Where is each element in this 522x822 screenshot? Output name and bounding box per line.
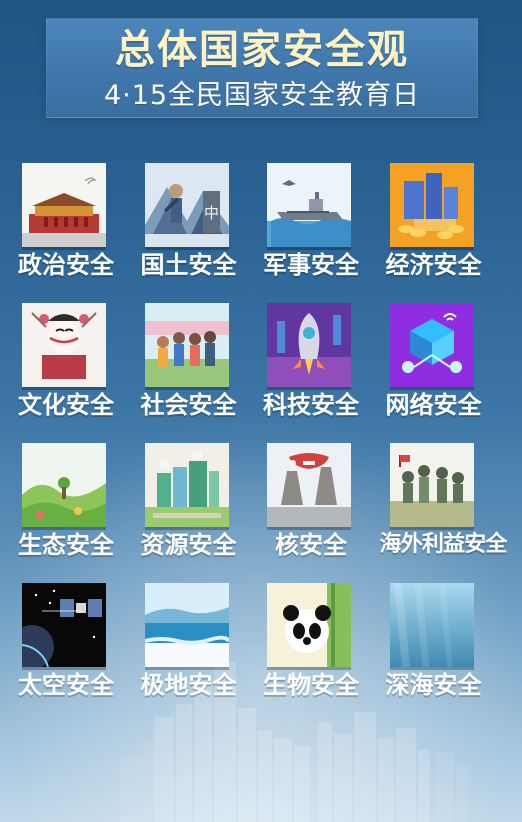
page-title: 总体国家安全观 bbox=[115, 27, 409, 73]
card-label-deep-sea: 深海安全 bbox=[385, 671, 482, 699]
card-ecological-security[interactable]: 生态安全 bbox=[18, 443, 141, 583]
card-label-ecological: 生态安全 bbox=[18, 531, 114, 559]
card-label-resource: 资源安全 bbox=[140, 531, 237, 559]
panda-icon bbox=[267, 583, 351, 667]
card-label-social: 社会安全 bbox=[140, 391, 237, 419]
card-label-territorial: 国土安全 bbox=[140, 251, 237, 279]
card-territorial-security[interactable]: 中 国土安全 bbox=[141, 163, 264, 303]
card-military-security[interactable]: 军事安全 bbox=[263, 163, 386, 303]
card-label-economic: 经济安全 bbox=[385, 251, 482, 279]
card-cyber-security[interactable]: 网络安全 bbox=[386, 303, 509, 443]
page-subtitle: 4·15全民国家安全教育日 bbox=[103, 80, 421, 111]
card-label-political: 政治安全 bbox=[18, 251, 114, 279]
card-biological-security[interactable]: 生物安全 bbox=[263, 583, 386, 723]
card-polar-security[interactable]: 极地安全 bbox=[141, 583, 264, 723]
svg-text:中: 中 bbox=[203, 204, 218, 222]
security-grid: 政治安全 中 国土安全 军事安全 经济安全 文化安全 社会安全 科技安全 网络安… bbox=[18, 163, 508, 723]
border-soldier-icon: 中 bbox=[144, 163, 229, 247]
card-label-cultural: 文化安全 bbox=[18, 391, 114, 419]
soldiers-icon bbox=[389, 443, 474, 527]
tiananmen-icon bbox=[22, 163, 106, 247]
card-label-space: 太空安全 bbox=[18, 671, 114, 699]
deep-sea-icon bbox=[389, 583, 474, 667]
rocket-icon bbox=[267, 303, 351, 387]
card-label-technology: 科技安全 bbox=[263, 391, 359, 419]
card-label-biological: 生物安全 bbox=[263, 671, 359, 699]
industry-icon bbox=[144, 443, 229, 527]
card-label-military: 军事安全 bbox=[263, 251, 359, 279]
warship-icon bbox=[267, 163, 351, 247]
card-overseas-security[interactable]: 海外利益安全 bbox=[380, 443, 509, 583]
satellite-icon bbox=[22, 583, 106, 667]
card-social-security[interactable]: 社会安全 bbox=[141, 303, 264, 443]
nuclear-plant-icon bbox=[267, 443, 351, 527]
card-political-security[interactable]: 政治安全 bbox=[18, 163, 141, 303]
card-deep-sea-security[interactable]: 深海安全 bbox=[386, 583, 509, 723]
polar-landscape-icon bbox=[144, 583, 229, 667]
green-hills-icon bbox=[22, 443, 106, 527]
card-label-cyber: 网络安全 bbox=[385, 391, 482, 419]
card-technology-security[interactable]: 科技安全 bbox=[263, 303, 386, 443]
people-icon bbox=[144, 303, 229, 387]
card-nuclear-security[interactable]: 核安全 bbox=[263, 443, 386, 583]
card-economic-security[interactable]: 经济安全 bbox=[386, 163, 509, 303]
card-label-overseas: 海外利益安全 bbox=[379, 532, 508, 557]
header-banner: 总体国家安全观 4·15全民国家安全教育日 bbox=[46, 18, 478, 118]
card-label-nuclear: 核安全 bbox=[275, 531, 347, 559]
network-icon bbox=[389, 303, 474, 387]
card-label-polar: 极地安全 bbox=[140, 671, 237, 699]
card-resource-security[interactable]: 资源安全 bbox=[141, 443, 264, 583]
card-cultural-security[interactable]: 文化安全 bbox=[18, 303, 141, 443]
opera-mask-icon bbox=[22, 303, 106, 387]
finance-icon bbox=[389, 163, 474, 247]
card-space-security[interactable]: 太空安全 bbox=[18, 583, 141, 723]
